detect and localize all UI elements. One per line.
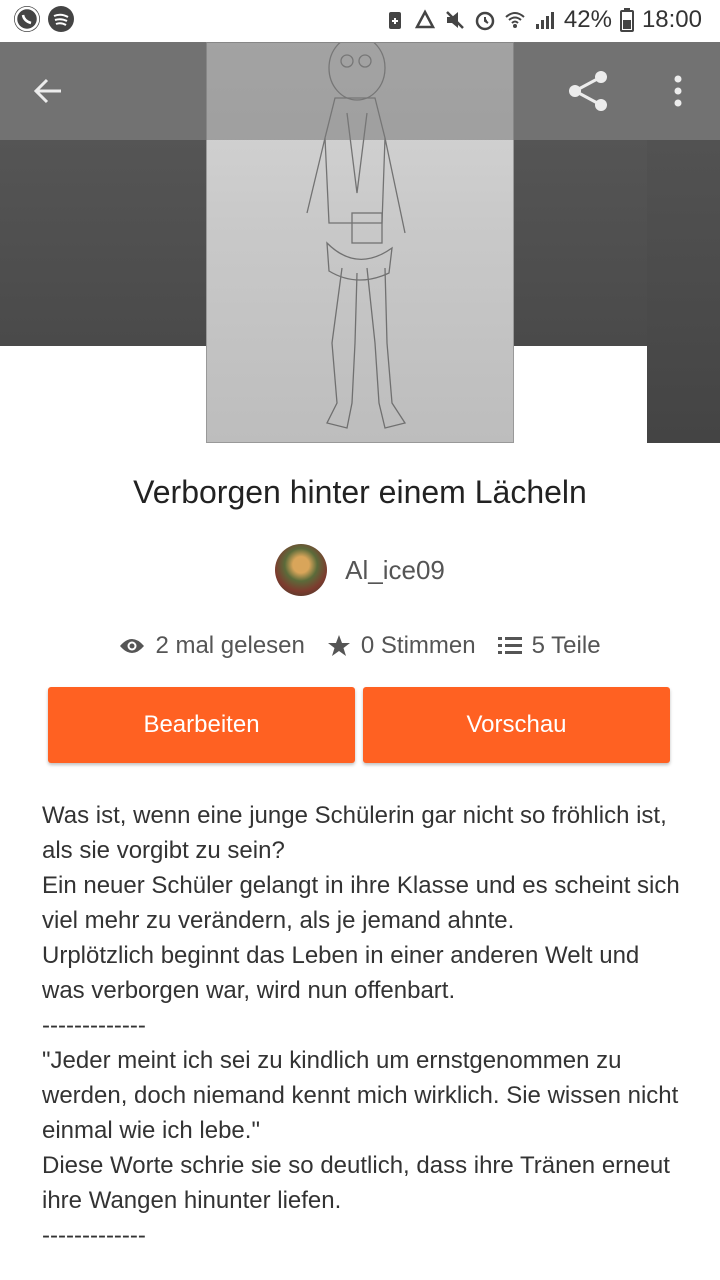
story-stats: 2 mal gelesen 0 Stimmen 5 Teile: [0, 626, 720, 666]
description-divider: -------------: [42, 1222, 146, 1249]
alarm-icon: [475, 11, 495, 31]
mute-icon: [446, 11, 464, 29]
votes-stat: 0 Stimmen: [327, 632, 476, 660]
author-row[interactable]: Al_ice09: [0, 542, 720, 598]
signal-icon: [535, 12, 554, 29]
parts-count: 5 Teile: [531, 632, 601, 659]
clock: 18:00: [641, 6, 702, 33]
description-divider: -------------: [42, 1012, 146, 1039]
recycle-icon: [414, 9, 435, 29]
author-name[interactable]: Al_ice09: [345, 555, 445, 586]
battery-saver-icon: [388, 12, 401, 29]
star-icon: [327, 635, 350, 656]
wifi-icon: [505, 12, 525, 28]
votes-count: 0 Stimmen: [360, 632, 476, 659]
share-icon: [569, 71, 607, 111]
description-line: Was ist, wenn eine junge Schülerin gar n…: [42, 802, 667, 864]
description-line: Ein neuer Schüler gelangt in ihre Klasse…: [42, 872, 680, 934]
battery-percent: 42%: [563, 6, 612, 33]
adjacent-cover: [647, 140, 720, 443]
status-bar: 42% 18:00: [0, 0, 720, 42]
description-line: "Jeder meint ich sei zu kindlich um erns…: [42, 1047, 679, 1144]
story-title: Verborgen hinter einem Lächeln: [133, 474, 587, 510]
reads-stat: 2 mal gelesen: [119, 632, 305, 660]
edit-button[interactable]: Bearbeiten: [48, 687, 355, 763]
eye-icon: [120, 639, 145, 653]
preview-button[interactable]: Vorschau: [363, 687, 670, 763]
battery-icon: [619, 8, 634, 32]
share-button[interactable]: [540, 42, 636, 140]
more-options-button[interactable]: [640, 42, 716, 140]
description-line: Urplötzlich beginnt das Leben in einer a…: [42, 942, 640, 1004]
story-description: Was ist, wenn eine junge Schülerin gar n…: [42, 798, 682, 1253]
avatar[interactable]: [275, 544, 328, 596]
spotify-icon: [48, 6, 74, 32]
back-button[interactable]: [0, 42, 96, 140]
back-arrow-icon: [33, 78, 61, 104]
whatsapp-icon: [14, 6, 40, 32]
more-vert-icon: [674, 75, 682, 107]
parts-stat: 5 Teile: [497, 632, 601, 660]
top-toolbar: [0, 42, 720, 140]
list-icon: [497, 637, 522, 654]
reads-count: 2 mal gelesen: [155, 632, 305, 659]
description-line: Diese Worte schrie sie so deutlich, dass…: [42, 1152, 670, 1214]
